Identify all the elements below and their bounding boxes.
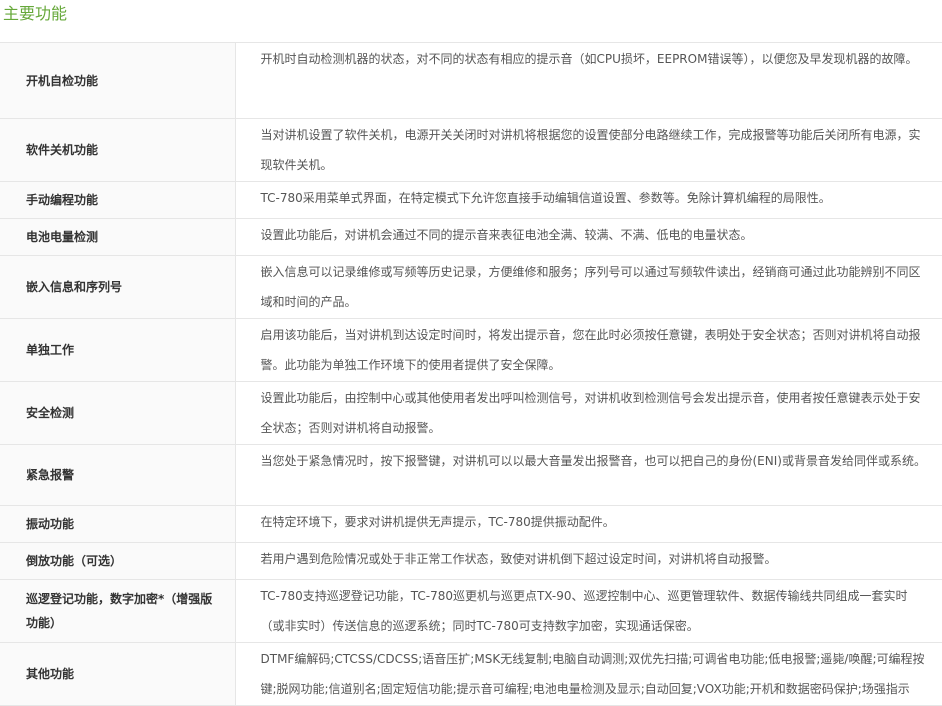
table-row: 手动编程功能 TC-780采用菜单式界面，在特定模式下允许您直接手动编辑信道设置… [0,181,942,219]
feature-name: 开机自检功能 [0,42,236,119]
feature-desc: 启用该功能后，当对讲机到达设定时间时，将发出提示音，您在此时必须按任意键，表明处… [235,318,942,382]
feature-name: 电池电量检测 [0,218,236,256]
feature-name: 嵌入信息和序列号 [0,255,236,319]
table-row: 振动功能 在特定环境下，要求对讲机提供无声提示，TC-780提供振动配件。 [0,505,942,543]
table-row: 其他功能 DTMF编解码;CTCSS/CDCSS;语音压扩;MSK无线复制;电脑… [0,642,942,706]
feature-desc: 嵌入信息可以记录维修或写频等历史记录，方便维修和服务；序列号可以通过写频软件读出… [235,255,942,319]
feature-desc: 设置此功能后，由控制中心或其他使用者发出呼叫检测信号，对讲机收到检测信号会发出提… [235,381,942,445]
feature-desc: TC-780支持巡逻登记功能，TC-780巡更机与巡更点TX-90、巡逻控制中心… [235,579,942,643]
feature-desc: 若用户遇到危险情况或处于非正常工作状态，致使对讲机倒下超过设定时间，对讲机将自动… [235,542,942,580]
feature-name: 安全检测 [0,381,236,445]
feature-desc: TC-780采用菜单式界面，在特定模式下允许您直接手动编辑信道设置、参数等。免除… [235,181,942,219]
feature-name: 振动功能 [0,505,236,543]
feature-desc: 设置此功能后，对讲机会通过不同的提示音来表征电池全满、较满、不满、低电的电量状态… [235,218,942,256]
feature-desc: 开机时自动检测机器的状态，对不同的状态有相应的提示音（如CPU损坏，EEPROM… [235,42,942,119]
feature-name: 倒放功能（可选） [0,542,236,580]
table-row: 开机自检功能 开机时自动检测机器的状态，对不同的状态有相应的提示音（如CPU损坏… [0,42,942,119]
feature-name: 紧急报警 [0,444,236,506]
feature-desc: 当对讲机设置了软件关机，电源开关关闭时对讲机将根据您的设置使部分电路继续工作，完… [235,118,942,182]
feature-name: 巡逻登记功能，数字加密*（增强版功能） [0,579,236,643]
table-row: 巡逻登记功能，数字加密*（增强版功能） TC-780支持巡逻登记功能，TC-78… [0,579,942,643]
features-table: 开机自检功能 开机时自动检测机器的状态，对不同的状态有相应的提示音（如CPU损坏… [0,42,942,706]
feature-name: 其他功能 [0,642,236,706]
section-title: 主要功能 [3,4,68,23]
table-row: 嵌入信息和序列号 嵌入信息可以记录维修或写频等历史记录，方便维修和服务；序列号可… [0,255,942,319]
table-row: 紧急报警 当您处于紧急情况时，按下报警键，对讲机可以以最大音量发出报警音，也可以… [0,444,942,506]
feature-desc: 在特定环境下，要求对讲机提供无声提示，TC-780提供振动配件。 [235,505,942,543]
table-row: 单独工作 启用该功能后，当对讲机到达设定时间时，将发出提示音，您在此时必须按任意… [0,318,942,382]
table-row: 电池电量检测 设置此功能后，对讲机会通过不同的提示音来表征电池全满、较满、不满、… [0,218,942,256]
feature-name: 软件关机功能 [0,118,236,182]
feature-name: 单独工作 [0,318,236,382]
features-body: 开机自检功能 开机时自动检测机器的状态，对不同的状态有相应的提示音（如CPU损坏… [0,42,942,706]
table-row: 安全检测 设置此功能后，由控制中心或其他使用者发出呼叫检测信号，对讲机收到检测信… [0,381,942,445]
table-row: 倒放功能（可选） 若用户遇到危险情况或处于非正常工作状态，致使对讲机倒下超过设定… [0,542,942,580]
feature-desc: 当您处于紧急情况时，按下报警键，对讲机可以以最大音量发出报警音，也可以把自己的身… [235,444,942,506]
feature-name: 手动编程功能 [0,181,236,219]
table-row: 软件关机功能 当对讲机设置了软件关机，电源开关关闭时对讲机将根据您的设置使部分电… [0,118,942,182]
feature-desc: DTMF编解码;CTCSS/CDCSS;语音压扩;MSK无线复制;电脑自动调测;… [235,642,942,706]
